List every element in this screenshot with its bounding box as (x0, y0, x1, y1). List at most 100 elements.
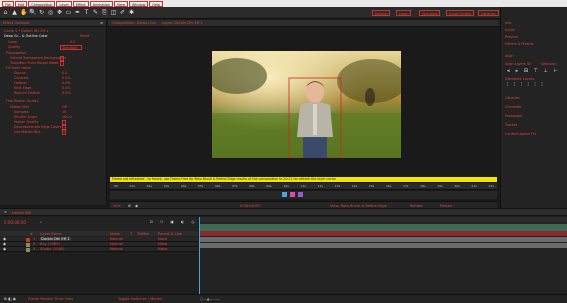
param-group[interactable]: Fine Region Quality (6, 99, 39, 104)
workspace-learn[interactable]: Learn (396, 10, 412, 16)
search-icon[interactable]: ⌕ (40, 220, 42, 224)
layer-parent[interactable]: None (158, 237, 167, 241)
play-icon[interactable] (282, 192, 287, 197)
checkbox[interactable] (62, 130, 66, 135)
label-color-swatch[interactable] (26, 237, 30, 242)
layer-parent[interactable]: None (158, 242, 167, 246)
menu-composition[interactable]: Composition (28, 0, 56, 7)
param-value[interactable]: 0.0 (62, 71, 67, 76)
panel-paragraph[interactable]: Paragraph (505, 114, 522, 119)
hand-tool-icon[interactable]: ✋ (20, 9, 27, 16)
param-group[interactable]: Propagation (6, 51, 26, 56)
panel-effects-presets[interactable]: Effects & Presets (505, 42, 534, 47)
param-value[interactable]: 0.0% (62, 91, 71, 96)
layer-mode[interactable]: Normal (110, 247, 123, 251)
eraser-tool-icon[interactable]: ◫ (110, 9, 117, 16)
roto-brush-icon[interactable]: ✐ (119, 9, 126, 16)
layer-name[interactable]: Boy (1080) (40, 242, 60, 246)
loop-icon[interactable] (298, 192, 303, 197)
selection-tool-icon[interactable]: ▲ (11, 9, 18, 16)
quality-dropdown[interactable]: Standard (60, 45, 82, 50)
pan-tool-icon[interactable]: ✥ (56, 9, 63, 16)
status-icons[interactable]: ⊞ ◧ ◉ (4, 297, 16, 301)
menu-animation[interactable]: Animation (89, 0, 113, 7)
layer-name[interactable]: Dorbin Dhi Eff 1 (40, 237, 71, 241)
menu-file[interactable]: File (2, 0, 14, 7)
eye-icon[interactable]: ◉ (3, 242, 6, 246)
tab-timeline-comp[interactable]: Dorbin Dhi (12, 211, 31, 215)
layer-parent[interactable]: None (158, 247, 167, 251)
zoom-tool-icon[interactable]: 🔍 (29, 9, 36, 16)
eye-icon[interactable]: ◉ (3, 247, 6, 251)
playhead[interactable] (199, 217, 200, 295)
param-group[interactable]: Fill Inner Holes (6, 66, 31, 71)
distribute-buttons[interactable]: ⫶ ⫶ ⫶ ⫶ ⫶ ⫶ (507, 83, 544, 88)
brush-tool-icon[interactable]: ✎ (92, 9, 99, 16)
stop-icon[interactable] (290, 192, 295, 197)
timeline-tracks-area[interactable] (199, 217, 567, 295)
puppet-tool-icon[interactable]: ✱ (128, 9, 135, 16)
panel-character[interactable]: Character (505, 105, 522, 110)
panel-audio[interactable]: Audio (505, 28, 515, 33)
label-color-swatch[interactable] (26, 242, 30, 247)
panel-tracker[interactable]: Tracker (505, 123, 517, 128)
work-area-bar[interactable] (199, 224, 567, 231)
layer-time-ruler[interactable]: 00 01s 02s 03s 04s 05s 06s 07s 08s 09s 10s 11s 12s 13… (110, 183, 497, 190)
eye-icon[interactable]: ◉ (3, 237, 6, 241)
zoom-slider[interactable]: ○—▲——— (200, 297, 220, 301)
workspace-standard[interactable]: Standard (419, 10, 441, 16)
rectangle-tool-icon[interactable]: ▭ (65, 9, 72, 16)
workspace-small-screen[interactable]: Small Screen (446, 10, 475, 16)
timeline-layer-row[interactable]: ◉ 3 Studio (1080) Normal None (0, 247, 198, 252)
workspace-libraries[interactable]: Libraries (478, 10, 499, 16)
align-target-dropdown[interactable]: Selection (541, 62, 557, 67)
param-value[interactable]: 0.0% (62, 81, 71, 86)
layer-mode[interactable]: Normal (110, 242, 123, 246)
col-layer-name[interactable]: Layer Name (40, 232, 62, 236)
align-buttons[interactable]: ⫷ ⫸ ⊟ ⊤ ⊥ ⊢ (507, 69, 560, 74)
param-value[interactable]: 0.0% (62, 86, 71, 91)
panel-content-aware-fill[interactable]: Content-Aware Fill (505, 132, 536, 137)
checkbox[interactable] (60, 61, 64, 66)
layer-mode[interactable]: Normal (110, 237, 123, 241)
tab-composition[interactable]: Composition: Dorbin Dhi (112, 21, 156, 25)
close-icon[interactable]: × (4, 210, 7, 214)
menu-edit[interactable]: Edit (14, 0, 28, 7)
menu-layer[interactable]: Layer (56, 0, 72, 7)
panel-align[interactable]: Align (505, 54, 514, 59)
panel-preview[interactable]: Preview (505, 35, 518, 40)
effect-controls-tab[interactable]: Effect Controls (3, 21, 29, 25)
param-value[interactable]: Off (62, 105, 67, 110)
timeline-switch-icons[interactable]: ⊡ ⚇ ▣ ◐ ◎ (150, 220, 197, 224)
timeline-ruler[interactable] (199, 217, 567, 222)
effect-name[interactable]: Deep Gl... & Outline Color (4, 34, 48, 39)
menu-effect[interactable]: Effect (72, 0, 89, 7)
checkbox[interactable] (62, 120, 66, 125)
menu-window[interactable]: Window (129, 0, 149, 7)
param-value[interactable]: 180.0 (62, 115, 72, 120)
layer-3-track[interactable] (199, 243, 567, 248)
layer-name[interactable]: Studio (1080) (40, 247, 65, 251)
label-color-swatch[interactable] (26, 247, 30, 252)
panel-info[interactable]: Info (505, 21, 511, 26)
footage-frame[interactable] (212, 51, 401, 158)
panel-menu-icon[interactable]: ≡ (100, 21, 106, 25)
layer-2-track[interactable] (199, 237, 567, 242)
param-value[interactable]: 0.0% (62, 76, 71, 81)
menu-help[interactable]: Help (149, 0, 164, 7)
layer-1-track[interactable] (199, 231, 567, 236)
toggle-switches-modes[interactable]: Toggle Switches / Modes (118, 297, 162, 301)
rotate-tool-icon[interactable]: ↻ (38, 9, 45, 16)
panel-libraries[interactable]: Libraries (505, 96, 520, 101)
menu-view[interactable]: View (113, 0, 129, 7)
pen-tool-icon[interactable]: ✒ (74, 9, 81, 16)
home-icon[interactable]: ⌂ (2, 9, 9, 16)
effect-reset-button[interactable]: Reset (80, 34, 89, 39)
checkbox[interactable] (62, 125, 66, 130)
tab-layer[interactable]: Layer: Dorbin Dhi Eff 1 (162, 21, 203, 25)
timeline-timecode[interactable]: 0:00:00:00 (4, 220, 26, 225)
clone-stamp-icon[interactable]: ⎘ (101, 9, 108, 16)
param-value[interactable]: 16 (62, 110, 66, 115)
checkbox[interactable] (60, 56, 64, 61)
camera-tool-icon[interactable]: ◎ (47, 9, 54, 16)
